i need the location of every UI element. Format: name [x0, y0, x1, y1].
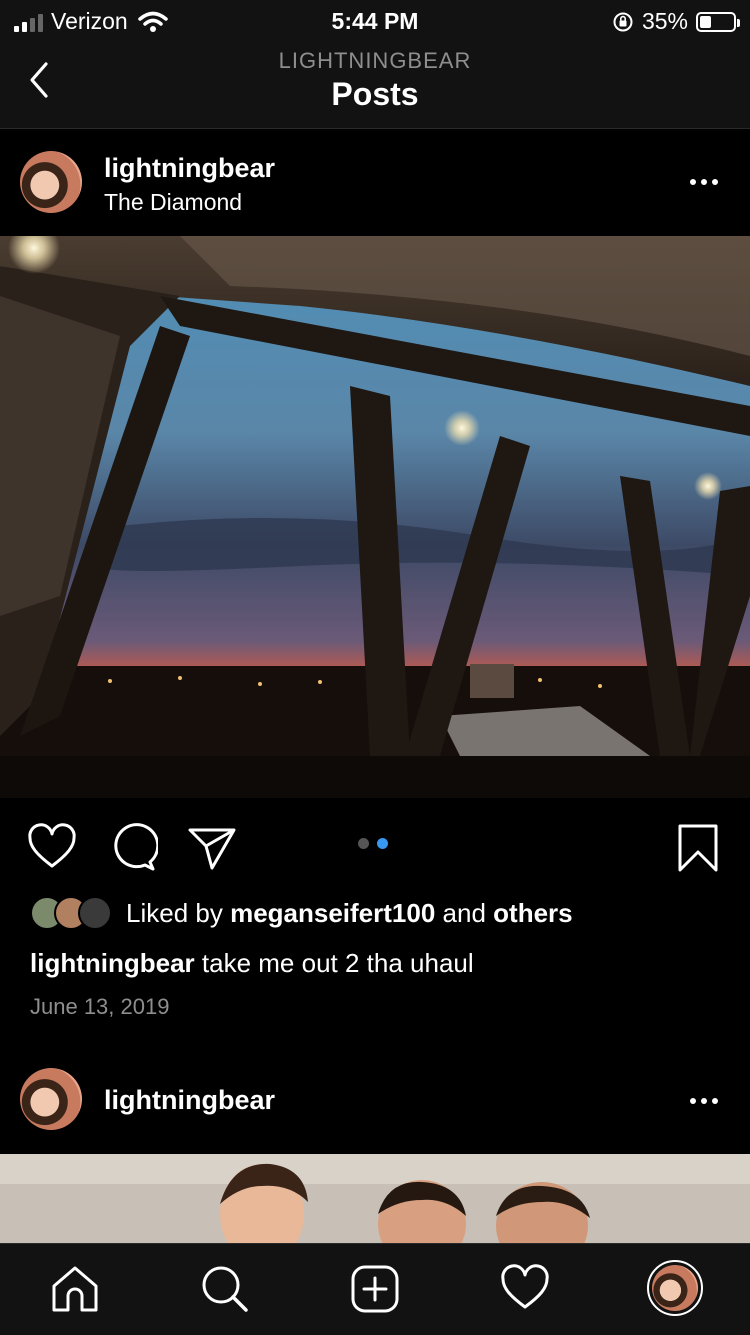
header-username: LIGHTNINGBEAR — [278, 48, 472, 73]
activity-heart-icon[interactable] — [500, 1264, 550, 1314]
home-icon[interactable] — [50, 1264, 100, 1314]
page-title: Posts — [331, 76, 419, 112]
post-username[interactable]: lightningbear — [104, 153, 275, 184]
battery-percent: 35% — [641, 8, 688, 34]
likes-summary[interactable]: Liked by meganseifert100 and others — [30, 896, 573, 930]
liker-avatars — [30, 896, 112, 930]
battery-icon — [696, 11, 740, 32]
post-image[interactable] — [0, 1154, 750, 1244]
post-header: lightningbear — [0, 1048, 750, 1154]
navigation-header: LIGHTNINGBEAR Posts — [0, 40, 750, 129]
liked-by-prefix: Liked by — [126, 897, 223, 928]
stadium-sunset-photo — [0, 236, 750, 798]
post-actions — [0, 798, 750, 894]
bookmark-icon[interactable] — [672, 822, 724, 874]
share-send-icon[interactable] — [186, 822, 238, 874]
like-heart-icon[interactable] — [26, 822, 78, 874]
avatar[interactable] — [20, 151, 82, 213]
post-date: June 13, 2019 — [30, 994, 170, 1019]
carousel-indicator — [358, 838, 388, 849]
liked-by-user[interactable]: meganseifert100 — [230, 898, 435, 929]
status-bar: Verizon 5:44 PM 35% — [0, 0, 750, 40]
carousel-dot — [377, 838, 388, 849]
comment-icon[interactable] — [106, 822, 158, 874]
more-options-icon[interactable] — [690, 1086, 724, 1116]
bottom-tab-bar — [0, 1243, 750, 1335]
more-options-icon[interactable] — [690, 167, 724, 197]
new-post-icon[interactable] — [350, 1264, 400, 1314]
post-username[interactable]: lightningbear — [104, 1085, 275, 1116]
post-location[interactable]: The Diamond — [104, 189, 242, 216]
post-header: lightningbear The Diamond — [0, 129, 750, 235]
carousel-dot — [358, 838, 369, 849]
caption-text: take me out 2 tha uhaul — [201, 948, 474, 978]
liked-by-and: and — [442, 897, 486, 928]
avatar[interactable] — [20, 1068, 82, 1130]
orientation-lock-icon — [613, 12, 633, 31]
children-photo — [0, 1154, 750, 1244]
post-caption: lightningbear take me out 2 tha uhaul — [30, 948, 474, 979]
liked-by-others[interactable]: others — [493, 898, 572, 929]
profile-avatar[interactable] — [647, 1260, 703, 1316]
post-image[interactable] — [0, 236, 750, 798]
battery-level — [700, 15, 712, 28]
caption-username[interactable]: lightningbear — [30, 948, 195, 978]
search-icon[interactable] — [200, 1264, 250, 1314]
